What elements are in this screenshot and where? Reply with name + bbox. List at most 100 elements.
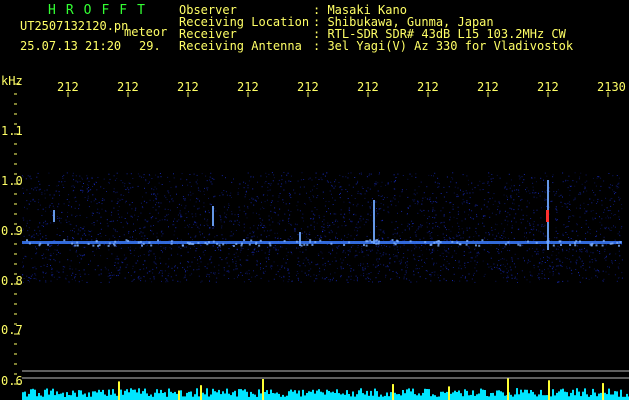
- noise-speck: [249, 232, 251, 234]
- noise-speck: [279, 275, 281, 277]
- noise-speck: [483, 249, 485, 251]
- amplitude-bar: [372, 395, 374, 400]
- noise-speck: [143, 254, 145, 256]
- noise-speck: [103, 199, 105, 201]
- noise-speck: [117, 274, 119, 276]
- noise-speck: [332, 222, 334, 224]
- noise-speck: [568, 201, 570, 203]
- noise-speck: [376, 208, 377, 209]
- amplitude-bar: [496, 390, 498, 400]
- noise-speck: [465, 190, 467, 192]
- noise-speck: [24, 255, 26, 257]
- noise-speck: [533, 267, 535, 269]
- noise-speck: [555, 269, 557, 271]
- noise-speck: [221, 227, 223, 229]
- noise-speck: [48, 206, 50, 208]
- noise-speck: [570, 210, 571, 211]
- noise-speck: [252, 254, 254, 256]
- noise-speck: [517, 282, 518, 283]
- noise-speck: [111, 200, 113, 202]
- noise-speck: [407, 249, 409, 251]
- noise-speck: [582, 263, 584, 265]
- noise-speck: [120, 222, 122, 223]
- noise-speck: [188, 211, 189, 213]
- noise-speck: [423, 237, 425, 239]
- noise-speck: [327, 226, 329, 228]
- noise-speck: [304, 231, 306, 233]
- amplitude-bar: [534, 394, 536, 400]
- noise-speck: [192, 239, 193, 241]
- amplitude-bar: [362, 393, 364, 400]
- noise-speck: [97, 265, 99, 267]
- noise-speck: [521, 270, 523, 272]
- noise-speck: [74, 277, 75, 279]
- noise-speck: [130, 246, 131, 248]
- noise-speck: [595, 260, 597, 262]
- noise-speck: [102, 198, 104, 200]
- amplitude-bar: [190, 391, 192, 400]
- amplitude-bar: [518, 394, 520, 400]
- noise-speck: [211, 183, 213, 185]
- noise-speck: [559, 246, 561, 248]
- carrier-speck: [170, 240, 173, 243]
- noise-speck: [193, 173, 195, 175]
- noise-speck: [204, 187, 205, 189]
- noise-speck: [510, 197, 512, 199]
- noise-speck: [313, 185, 315, 187]
- noise-speck: [301, 232, 303, 234]
- amplitude-bar: [350, 396, 352, 400]
- noise-speck: [511, 208, 513, 210]
- noise-speck: [281, 183, 283, 185]
- noise-speck: [430, 275, 432, 277]
- noise-speck: [584, 247, 585, 249]
- noise-speck: [431, 249, 433, 251]
- noise-speck: [188, 226, 190, 228]
- noise-speck: [539, 279, 540, 281]
- noise-speck: [93, 224, 95, 226]
- noise-speck: [147, 220, 149, 222]
- noise-speck: [59, 235, 61, 236]
- noise-speck: [419, 255, 421, 257]
- noise-speck: [501, 237, 503, 239]
- noise-speck: [571, 273, 573, 275]
- noise-speck: [308, 270, 310, 272]
- noise-speck: [224, 216, 226, 218]
- noise-speck: [203, 202, 205, 204]
- noise-speck: [424, 196, 426, 198]
- noise-speck: [552, 266, 554, 268]
- carrier-speck: [148, 241, 151, 244]
- noise-speck: [406, 213, 408, 215]
- noise-speck: [416, 268, 418, 270]
- noise-speck: [540, 207, 542, 209]
- amplitude-bar: [498, 390, 500, 400]
- noise-speck: [501, 258, 503, 260]
- noise-speck: [94, 198, 96, 200]
- noise-speck: [347, 233, 349, 235]
- noise-speck: [368, 281, 370, 282]
- noise-speck: [340, 275, 342, 277]
- noise-speck: [503, 236, 505, 238]
- noise-speck: [432, 222, 434, 224]
- noise-speck: [154, 256, 156, 258]
- noise-speck: [609, 253, 611, 255]
- noise-speck: [120, 194, 122, 196]
- noise-speck: [300, 247, 302, 248]
- noise-speck: [219, 249, 221, 251]
- noise-speck: [253, 225, 255, 227]
- noise-speck: [214, 195, 216, 197]
- noise-speck: [142, 264, 144, 266]
- noise-speck: [439, 255, 441, 257]
- noise-speck: [566, 206, 568, 208]
- noise-speck: [520, 199, 522, 201]
- noise-speck: [30, 275, 32, 277]
- noise-speck: [377, 190, 379, 192]
- amplitude-bar: [612, 394, 614, 400]
- amplitude-bar: [226, 388, 228, 400]
- noise-speck: [318, 238, 320, 240]
- noise-speck: [214, 250, 216, 251]
- noise-speck: [72, 190, 74, 192]
- noise-speck: [170, 209, 171, 211]
- noise-speck: [590, 210, 592, 212]
- noise-speck: [579, 216, 581, 218]
- noise-speck: [507, 263, 508, 265]
